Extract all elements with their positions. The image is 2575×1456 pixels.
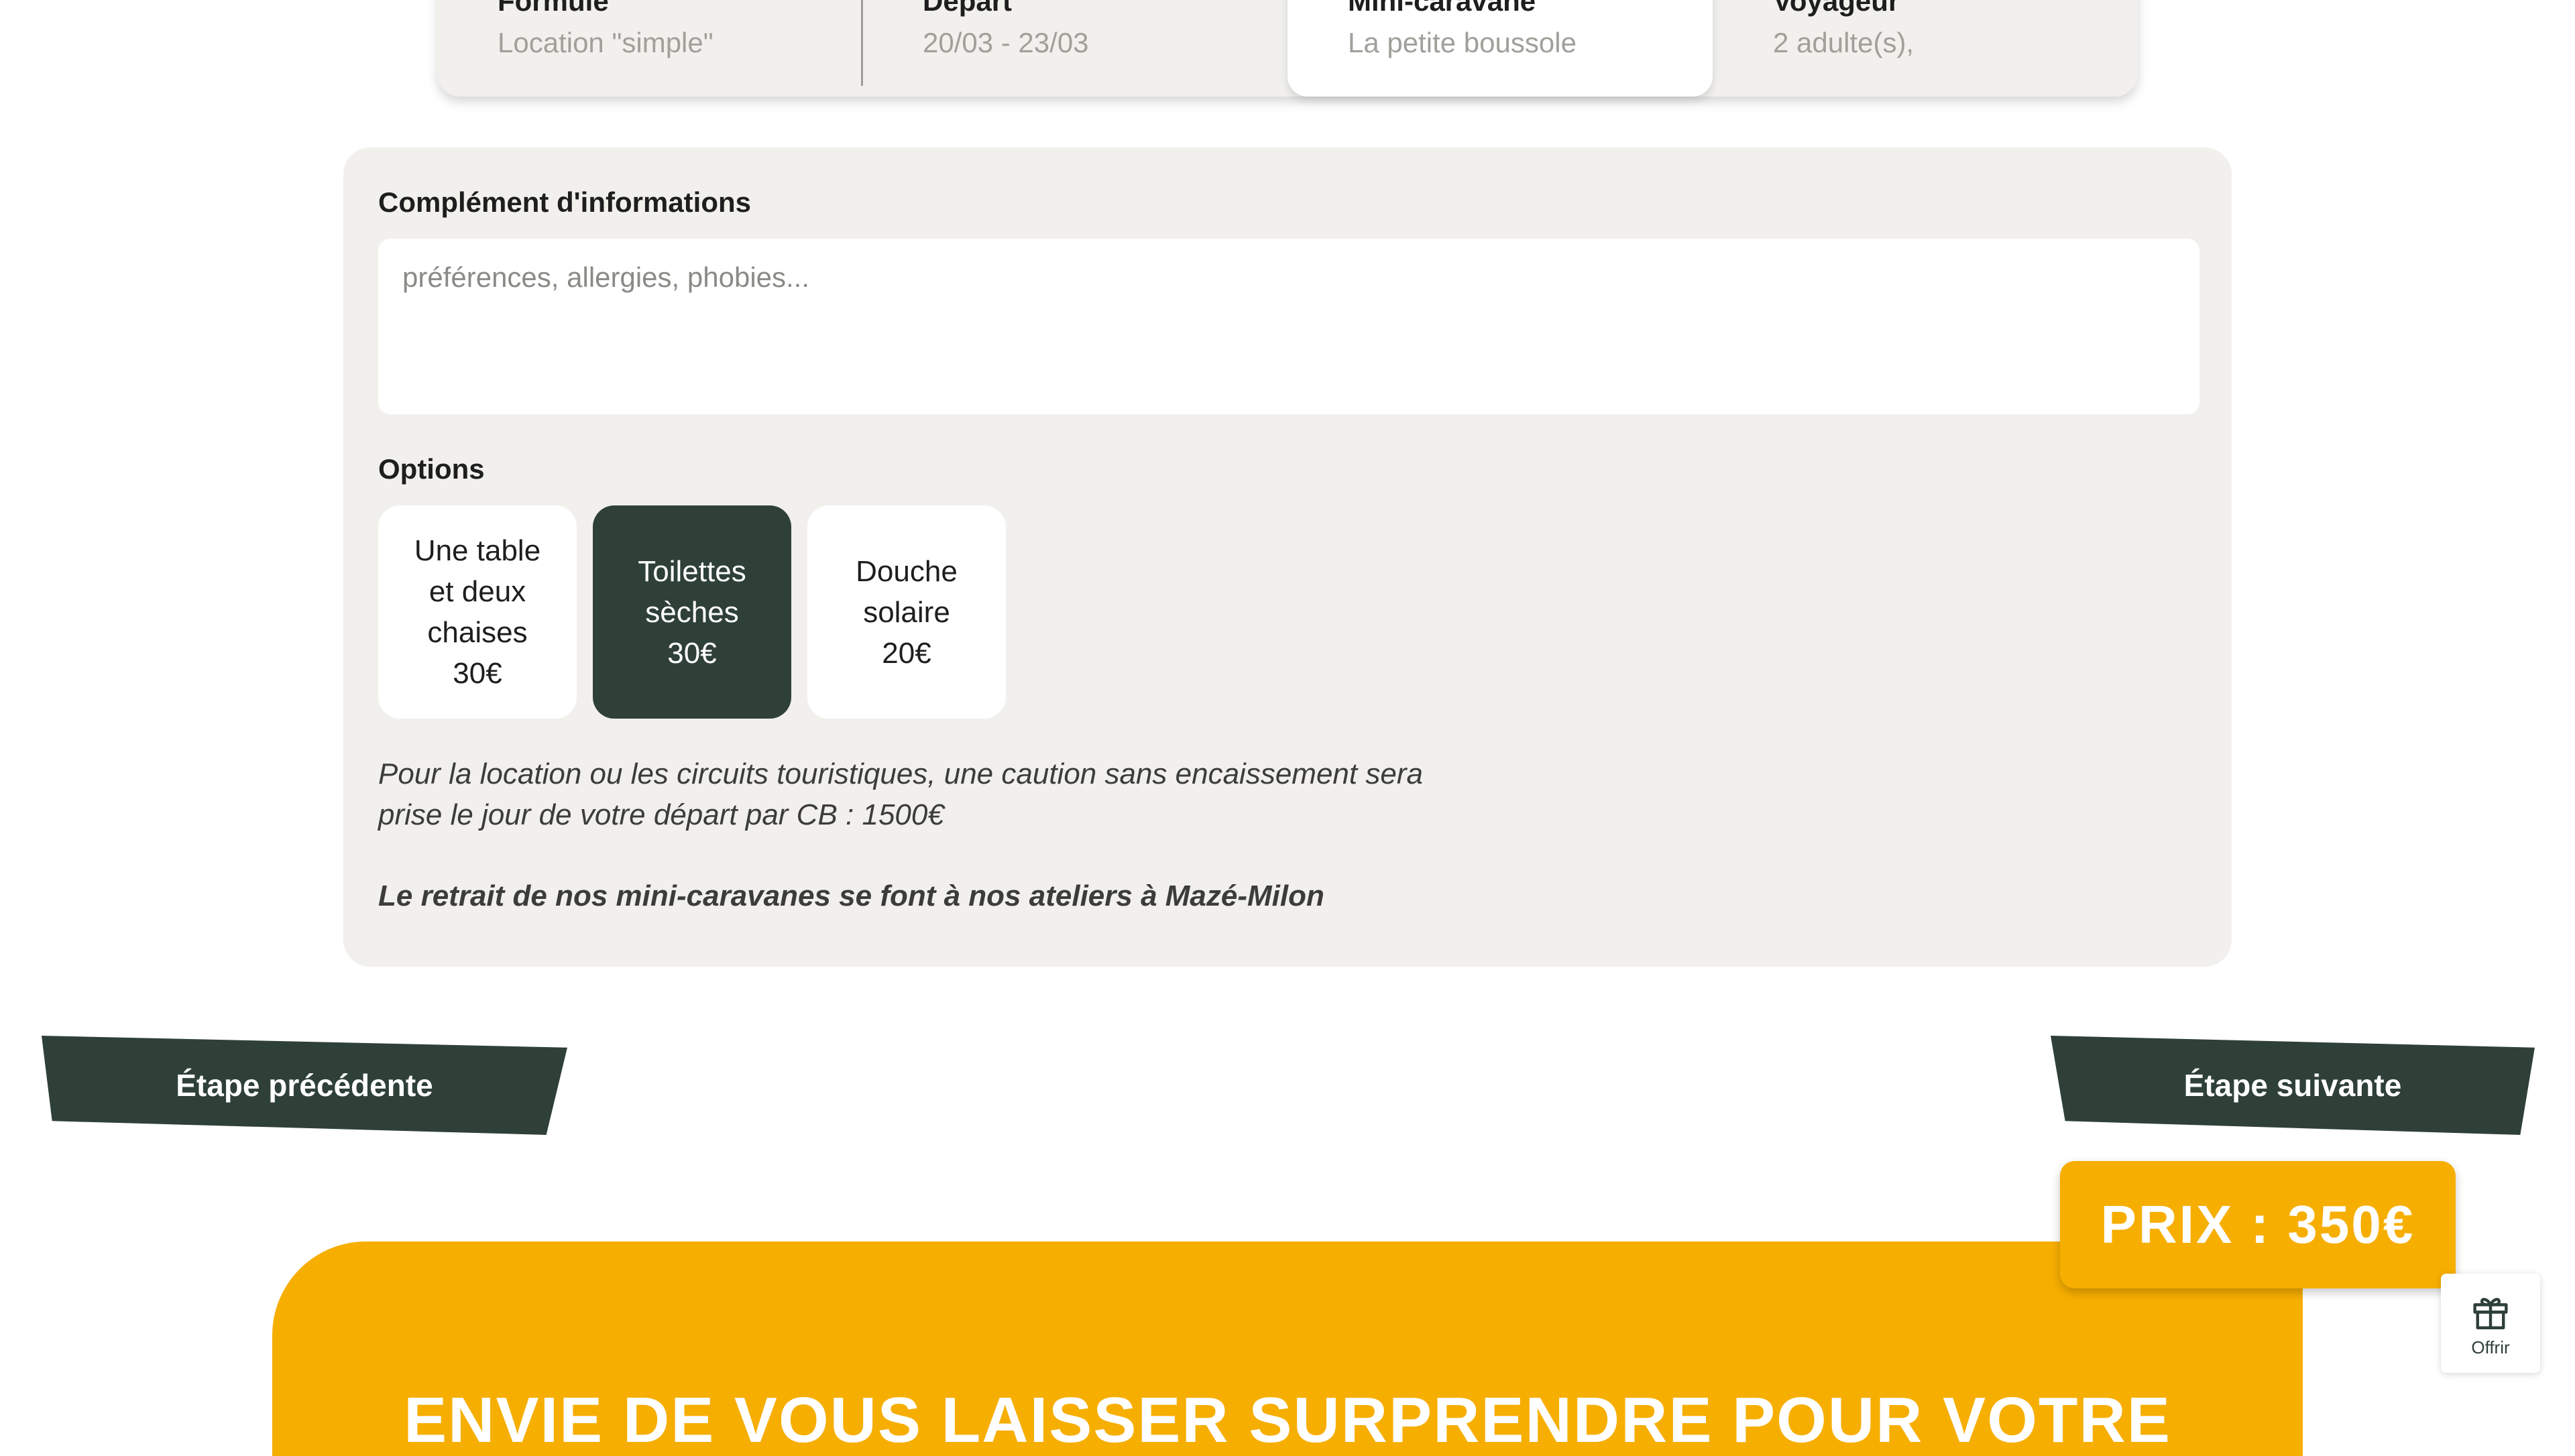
price-label: PRIX : 350€	[2100, 1195, 2415, 1254]
summary-depart-label: Départ	[923, 0, 1013, 17]
complement-title: Complément d'informations	[378, 186, 752, 218]
promo-banner: ENVIE DE VOUS LAISSER SURPRENDRE POUR VO…	[272, 1241, 2303, 1456]
option-label-line: sèches	[645, 595, 739, 629]
summary-mini-caravane[interactable]: Mini-caravane La petite boussole	[1288, 0, 1713, 97]
summary-voyageur[interactable]: Voyageur 2 adulte(s),	[1713, 0, 2138, 97]
summary-depart-value: 20/03 - 23/03	[923, 27, 1089, 58]
previous-step-label: Étape précédente	[176, 1068, 433, 1103]
next-step-button[interactable]: Étape suivante	[2051, 1036, 2535, 1135]
summary-mini-caravane-label: Mini-caravane	[1348, 0, 1536, 17]
option-toilettes-seches[interactable]: Toilettes sèches 30€	[593, 505, 791, 719]
promo-banner-text: ENVIE DE VOUS LAISSER SURPRENDRE POUR VO…	[404, 1384, 2171, 1456]
summary-mini-caravane-value: La petite boussole	[1348, 27, 1577, 58]
summary-formule[interactable]: Formule Location "simple"	[437, 0, 861, 97]
previous-step-button[interactable]: Étape précédente	[42, 1036, 567, 1135]
option-table-chaises[interactable]: Une table et deux chaises 30€	[378, 505, 577, 719]
option-label-line: solaire	[863, 595, 950, 629]
summary-depart[interactable]: Départ 20/03 - 23/03	[862, 0, 1288, 97]
booking-summary-bar: Formule Location "simple" Départ 20/03 -…	[437, 0, 2138, 97]
retrait-note: Le retrait de nos mini-caravanes se font…	[378, 879, 1324, 912]
gift-offer-button[interactable]: Offrir	[2441, 1274, 2540, 1373]
option-price: 30€	[667, 636, 717, 670]
options-panel: Complément d'informations Options Une ta…	[343, 147, 2232, 967]
summary-voyageur-value: 2 adulte(s),	[1773, 27, 1914, 58]
option-label-line: chaises	[427, 616, 528, 649]
option-label-line: Toilettes	[638, 554, 746, 588]
gift-label: Offrir	[2471, 1337, 2510, 1357]
caution-note-line-1: Pour la location ou les circuits tourist…	[378, 757, 1423, 790]
summary-voyageur-label: Voyageur	[1773, 0, 1900, 17]
complement-textarea[interactable]	[378, 239, 2199, 414]
option-label-line: et deux	[428, 575, 526, 608]
option-label-line: Une table	[414, 534, 541, 567]
option-price: 20€	[882, 636, 931, 670]
options-title: Options	[378, 453, 485, 485]
option-price: 30€	[453, 657, 502, 690]
summary-formule-label: Formule	[498, 0, 609, 17]
gift-icon	[2473, 1297, 2508, 1329]
next-step-label: Étape suivante	[2183, 1068, 2402, 1103]
summary-formule-value: Location "simple"	[498, 27, 713, 58]
price-badge: PRIX : 350€	[2060, 1161, 2456, 1288]
option-label-line: Douche	[856, 554, 958, 588]
option-douche-solaire[interactable]: Douche solaire 20€	[807, 505, 1006, 719]
caution-note-line-2: prise le jour de votre départ par CB : 1…	[378, 798, 944, 831]
